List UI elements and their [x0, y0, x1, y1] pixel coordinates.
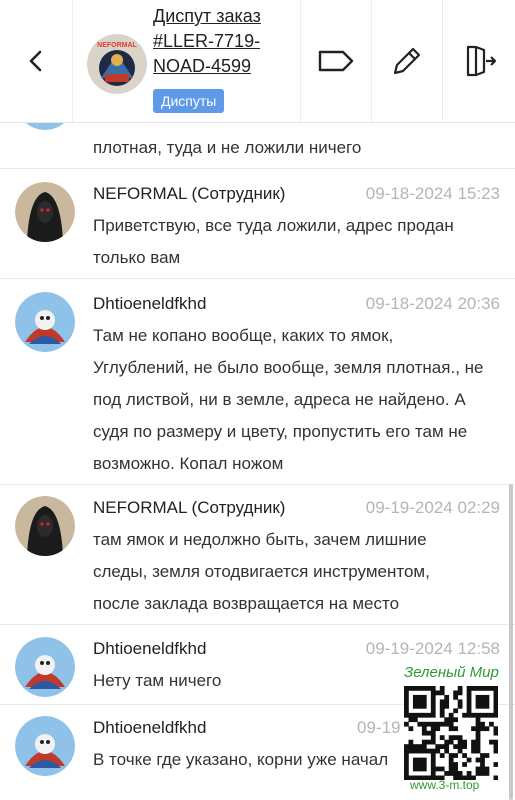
message-text: Там не копано вообще, каких то ямок, Угл… [93, 326, 484, 473]
message-text: там ямок и недолжно быть, зачем лишние с… [93, 530, 430, 613]
message-time: 09-19-2024 02:29 [365, 498, 500, 517]
chevron-left-icon [29, 50, 42, 72]
message-text: плотная, туда и не ложили ничего [93, 138, 362, 157]
message-text: В точке где указано, корни уже начал [93, 750, 389, 769]
scrollbar[interactable] [509, 484, 513, 800]
message-time: 09-19 [357, 718, 401, 737]
message-author: Dhtioeneldfkhd [93, 718, 207, 737]
dispute-title[interactable]: Диспут заказ #LLER-7719- NOAD-4599 [153, 4, 313, 79]
avatar-logo-text: NEFORMAL [97, 42, 137, 49]
edit-button[interactable] [371, 0, 442, 122]
message-item: Dhtioeneldfkhd 09-18-2024 20:36 Там не к… [0, 292, 515, 482]
message-time: 09-19-2024 12:58 [365, 639, 500, 658]
user-avatar-cat [15, 292, 75, 352]
user-avatar-cat [15, 716, 75, 776]
tag-button[interactable] [300, 0, 371, 122]
message-author: NEFORMAL (Сотрудник) [93, 184, 286, 203]
pencil-icon [393, 47, 421, 75]
disputes-badge[interactable]: Диспуты [153, 89, 225, 113]
message-author: NEFORMAL (Сотрудник) [93, 498, 286, 517]
message-time: 09-18-2024 15:23 [365, 184, 500, 203]
message-text: Приветствую, все туда ложили, адрес прод… [93, 216, 454, 267]
message-author: Dhtioeneldfkhd [93, 639, 207, 658]
message-author: Dhtioeneldfkhd [93, 294, 207, 313]
user-avatar-cat [15, 637, 75, 697]
back-button[interactable] [0, 0, 73, 122]
dispute-avatar: NEFORMAL [87, 34, 147, 94]
staff-avatar-hooded [15, 182, 75, 242]
staff-avatar-hooded [15, 496, 75, 556]
exit-door-icon [466, 45, 496, 77]
chat-header: NEFORMAL Диспут заказ #LLER-7719- NOAD-4… [0, 0, 515, 123]
message-item: NEFORMAL (Сотрудник) 09-18-2024 15:23 Пр… [0, 182, 515, 282]
user-avatar-cat [15, 122, 75, 130]
watermark-label: Зеленый Мир [404, 664, 499, 681]
message-item: плотная, туда и не ложили ничего [0, 122, 515, 170]
message-time: 09-18-2024 20:36 [365, 294, 500, 313]
watermark-url: www.3-m.top [410, 778, 480, 792]
tag-icon [318, 50, 354, 72]
exit-button[interactable] [442, 0, 515, 122]
qr-code [404, 686, 499, 781]
message-item: NEFORMAL (Сотрудник) 09-19-2024 02:29 та… [0, 496, 515, 626]
